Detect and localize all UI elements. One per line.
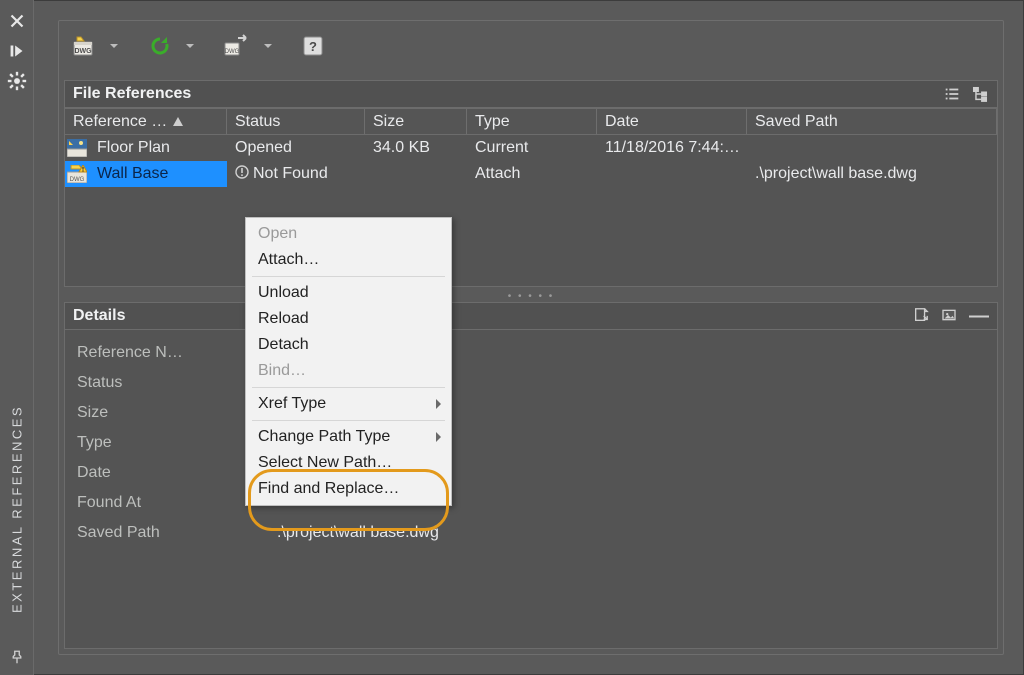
svg-text:?: ? <box>309 39 317 54</box>
detail-row-size: Size <box>77 398 985 428</box>
dwg-file-warning-icon: DWG <box>65 165 89 183</box>
app-root: EXTERNAL REFERENCES DWG <box>0 0 1024 675</box>
autohide-icon[interactable] <box>6 40 28 62</box>
col-header-reference-label: Reference … <box>73 113 167 131</box>
detail-label: Saved Path <box>77 524 277 542</box>
col-header-reference[interactable]: Reference … <box>65 109 227 134</box>
details-title: Details <box>73 307 125 325</box>
detail-row-date: Date <box>77 458 985 488</box>
cell-size: 34.0 KB <box>365 139 467 157</box>
close-icon[interactable] <box>6 10 28 32</box>
detail-row-status: Status <box>77 368 985 398</box>
menu-change-path-type-label: Change Path Type <box>258 428 390 446</box>
col-header-path[interactable]: Saved Path <box>747 109 997 134</box>
panel-vertical-title: EXTERNAL REFERENCES <box>0 379 34 639</box>
change-path-caret-icon[interactable] <box>264 44 272 48</box>
refresh-button[interactable] <box>144 32 176 60</box>
attach-dwg-button[interactable]: DWG <box>68 32 100 60</box>
col-header-size[interactable]: Size <box>365 109 467 134</box>
cell-date: 11/18/2016 7:44:… <box>597 139 747 157</box>
col-header-date[interactable]: Date <box>597 109 747 134</box>
help-button[interactable]: ? <box>298 32 328 60</box>
list-view-icon[interactable] <box>943 85 961 103</box>
open-file-icon[interactable] <box>913 307 931 325</box>
collapse-icon[interactable]: — <box>969 308 989 324</box>
menu-separator <box>252 420 445 421</box>
menu-xref-type[interactable]: Xref Type <box>246 391 451 417</box>
detail-row-type: Type <box>77 428 985 458</box>
sort-asc-icon <box>173 113 183 131</box>
cell-ref: Floor Plan <box>89 139 227 157</box>
svg-text:DWG: DWG <box>70 177 85 183</box>
cell-status-text: Not Found <box>253 165 328 183</box>
submenu-arrow-icon <box>436 399 441 409</box>
col-header-type[interactable]: Type <box>467 109 597 134</box>
refresh-dropdown-caret-icon[interactable] <box>186 44 194 48</box>
detail-row-found: Found At <box>77 488 985 518</box>
menu-separator <box>252 276 445 277</box>
menu-change-path-type[interactable]: Change Path Type <box>246 424 451 450</box>
menu-select-new-path[interactable]: Select New Path… <box>246 450 451 476</box>
table-row[interactable]: Floor Plan Opened 34.0 KB Current 11/18/… <box>65 135 997 161</box>
cell-ref: Wall Base <box>89 165 227 183</box>
file-references-title: File References <box>73 85 191 103</box>
menu-bind: Bind… <box>246 358 451 384</box>
warning-icon <box>235 165 249 184</box>
cell-type: Attach <box>467 165 597 183</box>
col-header-status[interactable]: Status <box>227 109 365 134</box>
menu-xref-type-label: Xref Type <box>258 395 326 413</box>
splitter-handle[interactable]: • • • • • <box>64 292 998 300</box>
cell-status: Opened <box>227 139 365 157</box>
splitter-dots-icon: • • • • • <box>508 291 555 302</box>
change-path-button[interactable]: DWG <box>220 32 254 60</box>
panel-inner: DWG DWG <box>58 20 1004 655</box>
context-menu: Open Attach… Unload Reload Detach Bind… … <box>245 217 452 506</box>
menu-reload[interactable]: Reload <box>246 306 451 332</box>
preview-image-icon[interactable] <box>941 307 959 325</box>
menu-separator <box>252 387 445 388</box>
settings-gear-icon[interactable] <box>6 70 28 92</box>
detail-row-reference: Reference N… <box>77 338 985 368</box>
detail-value: .\project\wall base.dwg <box>277 524 439 542</box>
tree-view-icon[interactable] <box>971 85 989 103</box>
details-header: Details — <box>64 302 998 330</box>
menu-unload[interactable]: Unload <box>246 280 451 306</box>
svg-text:DWG: DWG <box>225 49 240 55</box>
dwg-file-icon <box>65 139 89 157</box>
menu-attach[interactable]: Attach… <box>246 247 451 273</box>
menu-find-replace[interactable]: Find and Replace… <box>246 476 451 502</box>
attach-dropdown-caret-icon[interactable] <box>110 44 118 48</box>
submenu-arrow-icon <box>436 432 441 442</box>
cell-status: Not Found <box>227 165 365 184</box>
toolbar: DWG DWG <box>58 20 1004 72</box>
details-body: Reference N… Status Size Type Date Found… <box>64 330 998 649</box>
svg-text:DWG: DWG <box>74 48 92 55</box>
columns-header: Reference … Status Size Type Date Saved … <box>64 108 998 135</box>
panel-wrap: DWG DWG <box>34 0 1024 675</box>
detail-row-saved: Saved Path .\project\wall base.dwg <box>77 518 985 548</box>
window-left-rail: EXTERNAL REFERENCES <box>0 0 34 675</box>
menu-open: Open <box>246 221 451 247</box>
cell-type: Current <box>467 139 597 157</box>
table-row[interactable]: DWG Wall Base <box>65 161 997 187</box>
file-references-rows: Floor Plan Opened 34.0 KB Current 11/18/… <box>64 135 998 287</box>
menu-detach[interactable]: Detach <box>246 332 451 358</box>
pin-icon[interactable] <box>0 641 34 675</box>
cell-path: .\project\wall base.dwg <box>747 165 997 183</box>
file-references-header: File References <box>64 80 998 108</box>
